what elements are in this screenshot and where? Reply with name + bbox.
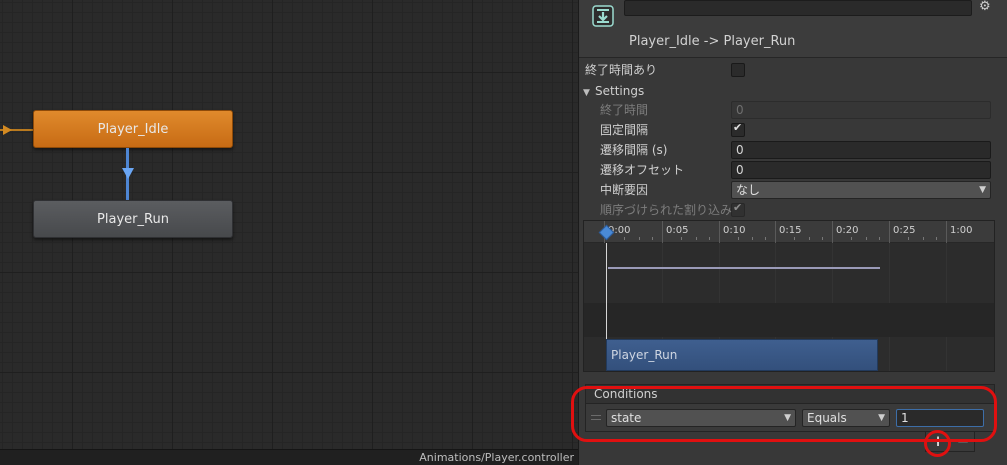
destination-state-clip[interactable]: Player_Run (606, 339, 878, 371)
fixed-duration-checkbox[interactable] (731, 121, 745, 137)
transition-duration-label: 遷移間隔 (s) (600, 143, 668, 157)
exit-time-field[interactable]: 0 (731, 101, 991, 119)
has-exit-time-label: 終了時間あり (585, 63, 658, 77)
condition-row: state ▼ Equals ▼ 1 (585, 404, 995, 432)
timeline-separator-band (584, 303, 994, 337)
interruption-source-label: 中断要因 (600, 183, 649, 197)
timeline-ruler[interactable]: 0:00 0:05 0:10 0:15 0:20 0:25 1:00 (584, 221, 994, 243)
state-node-player-run[interactable]: Player_Run (33, 200, 233, 238)
interruption-source-dropdown[interactable]: なし ▼ (731, 181, 991, 199)
inspector-header: ⚙ Player_Idle -> Player_Run (579, 0, 1007, 58)
destination-clip-label: Player_Run (611, 348, 678, 362)
tick-label: 0:15 (779, 225, 802, 236)
dropdown-arrow-icon: ▼ (784, 413, 791, 423)
controller-path: Animations/Player.controller (419, 451, 574, 464)
settings-foldout[interactable]: Settings (595, 82, 644, 100)
animator-graph[interactable]: Player_Idle Player_Run Animations/Player… (0, 0, 578, 465)
transition-offset-label: 遷移オフセット (600, 163, 685, 177)
gear-icon[interactable]: ⚙ (979, 0, 993, 14)
source-state-curve (608, 267, 880, 269)
tick-label: 0:05 (666, 225, 689, 236)
state-node-label: Player_Idle (97, 121, 169, 137)
dropdown-arrow-icon: ▼ (979, 185, 986, 195)
tick-label: 0:20 (836, 225, 859, 236)
transition-offset-field[interactable]: 0 (731, 161, 991, 179)
transition-icon (592, 5, 614, 27)
chevron-down-icon[interactable]: ▼ (583, 84, 590, 102)
has-exit-time-checkbox[interactable] (731, 63, 745, 77)
condition-mode-value: Equals (807, 411, 847, 425)
tick-label: 0:10 (723, 225, 746, 236)
transition-duration-field[interactable]: 0 (731, 141, 991, 159)
ordered-interruption-checkbox[interactable] (731, 201, 745, 217)
entry-arrow-icon (3, 125, 12, 135)
drag-handle-icon[interactable] (591, 415, 601, 420)
fixed-duration-label: 固定間隔 (600, 123, 649, 137)
condition-list-footer: + − (925, 432, 975, 452)
transition-name-field[interactable] (624, 0, 972, 16)
condition-value-field[interactable]: 1 (896, 409, 984, 427)
interruption-source-value: なし (736, 183, 761, 197)
tick-label: 0:25 (893, 225, 916, 236)
tick-label: 1:00 (950, 225, 973, 236)
controller-path-bar: Animations/Player.controller (0, 449, 578, 465)
conditions-header: Conditions (585, 384, 995, 404)
condition-mode-dropdown[interactable]: Equals ▼ (802, 409, 890, 427)
remove-condition-button[interactable]: − (951, 432, 975, 451)
condition-parameter-value: state (611, 411, 642, 425)
transition-timeline[interactable]: 0:00 0:05 0:10 0:15 0:20 0:25 1:00 Playe… (583, 220, 995, 372)
add-condition-button[interactable]: + (926, 432, 950, 451)
ordered-interruption-label: 順序づけられた割り込み (600, 203, 733, 217)
inspector-panel: ⚙ Player_Idle -> Player_Run 終了時間あり ▼ Set… (578, 0, 1007, 465)
exit-time-label: 終了時間 (600, 103, 649, 117)
transition-title: Player_Idle -> Player_Run (629, 34, 796, 49)
transition-arrow-icon[interactable] (122, 168, 134, 179)
condition-value: 1 (901, 411, 909, 425)
conditions-title: Conditions (594, 387, 658, 401)
dropdown-arrow-icon: ▼ (878, 413, 885, 423)
state-node-label: Player_Run (97, 211, 169, 227)
state-node-player-idle[interactable]: Player_Idle (33, 110, 233, 148)
condition-parameter-dropdown[interactable]: state ▼ (606, 409, 796, 427)
